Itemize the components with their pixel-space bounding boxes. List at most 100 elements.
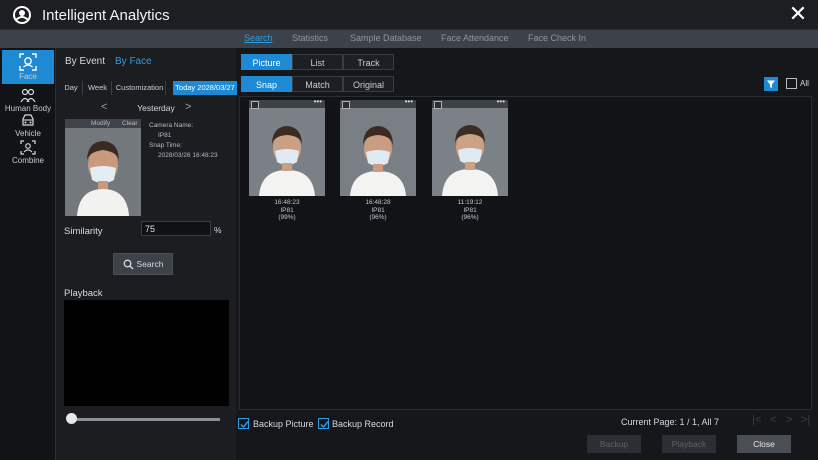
select-all-label: All <box>800 79 809 88</box>
result-score: (96%) <box>461 214 479 221</box>
playback-video[interactable] <box>64 300 229 406</box>
playback-slider-handle[interactable] <box>66 413 77 424</box>
tab-face-attendance[interactable]: Face Attendance <box>441 33 509 43</box>
result-camera: IP81 <box>463 206 477 214</box>
next-day-arrow-icon[interactable]: > <box>185 101 191 113</box>
tab-sample-database[interactable]: Sample Database <box>350 33 422 43</box>
backup-picture-option[interactable]: Backup Picture <box>238 418 318 430</box>
face-toolbar: Modify Clear <box>65 119 141 128</box>
vehicle-icon <box>22 114 34 126</box>
result-checkbox[interactable] <box>342 101 350 109</box>
similarity-unit: % <box>214 225 222 235</box>
human-body-icon <box>20 88 36 103</box>
more-options-icon[interactable]: ••• <box>405 97 413 106</box>
playback-slider-track[interactable] <box>68 418 220 421</box>
snap-time-label: Snap Time: <box>149 142 182 149</box>
close-icon[interactable]: ✕ <box>788 3 808 25</box>
tab-by-event[interactable]: By Event <box>65 56 105 67</box>
modify-button[interactable]: Modify <box>91 120 110 127</box>
camera-name-label: Camera Name: <box>149 122 194 129</box>
camera-name: IP81 <box>158 132 172 139</box>
view-track-button[interactable]: Track <box>343 54 394 70</box>
clear-button[interactable]: Clear <box>122 120 138 127</box>
filter-icon <box>767 80 775 88</box>
face-photo <box>65 119 141 216</box>
sidebar: Face Human Body Vehicle Combine <box>0 48 56 460</box>
query-face-image: Modify Clear <box>65 119 141 216</box>
result-time: 16:48:23 <box>274 199 300 206</box>
sub-original-button[interactable]: Original <box>343 76 394 92</box>
sub-match-button[interactable]: Match <box>292 76 343 92</box>
checkmark-icon <box>240 421 249 429</box>
playback-button[interactable]: Playback <box>662 435 716 453</box>
result-thumbnail[interactable] <box>432 108 508 196</box>
range-day-button[interactable]: Day <box>60 81 83 95</box>
backup-picture-label: Backup Picture <box>253 419 314 429</box>
face-photo <box>340 108 416 196</box>
combine-icon <box>20 140 36 155</box>
last-page-icon[interactable]: >| <box>801 414 810 426</box>
search-icon <box>123 259 134 270</box>
playback-label: Playback <box>64 288 103 299</box>
result-checkbox[interactable] <box>434 101 442 109</box>
range-customization-button[interactable]: Customization <box>114 81 166 95</box>
more-options-icon[interactable]: ••• <box>497 97 505 106</box>
search-button-label: Search <box>136 259 164 269</box>
day-label: Yesterday <box>137 103 175 113</box>
range-week-button[interactable]: Week <box>84 81 112 95</box>
select-all-checkbox[interactable] <box>786 78 797 89</box>
snap-time: 2028/03/26 16:48:23 <box>158 152 218 159</box>
tab-face-check-in[interactable]: Face Check In <box>528 33 586 43</box>
result-info: 11:19:12 IP81 (96%) <box>432 199 508 222</box>
backup-picture-checkbox[interactable] <box>238 418 249 429</box>
filter-button[interactable] <box>764 77 778 91</box>
result-time: 11:19:12 <box>457 199 483 206</box>
backup-record-option[interactable]: Backup Record <box>318 418 398 430</box>
page-info: Current Page: 1 / 1, All 7 <box>621 417 720 427</box>
prev-page-icon[interactable]: < <box>770 414 776 426</box>
more-options-icon[interactable]: ••• <box>314 97 322 106</box>
top-nav: Search Statistics Sample Database Face A… <box>0 30 818 48</box>
day-navigator: < Yesterday > <box>96 101 216 114</box>
first-page-icon[interactable]: |< <box>752 414 761 426</box>
result-score: (99%) <box>278 214 296 221</box>
result-thumbnail[interactable] <box>340 108 416 196</box>
sidebar-item-face[interactable]: Face <box>2 50 54 84</box>
card-toolbar: ••• <box>340 97 416 109</box>
view-list-button[interactable]: List <box>292 54 343 70</box>
result-info: 16:48:23 IP81 (99%) <box>249 199 325 222</box>
sub-snap-button[interactable]: Snap <box>241 76 292 92</box>
result-camera: IP81 <box>280 206 294 214</box>
face-scan-icon <box>19 53 37 71</box>
search-panel: By Event By Face Day Week Customization … <box>56 48 237 460</box>
tab-by-face[interactable]: By Face <box>115 56 152 67</box>
search-button[interactable]: Search <box>113 253 173 275</box>
snap-info: Camera Name: IP81 Snap Time: 2028/03/26 … <box>149 121 218 161</box>
face-photo <box>249 108 325 196</box>
result-time: 16:48:28 <box>365 199 391 206</box>
close-button[interactable]: Close <box>737 435 791 453</box>
face-photo <box>432 108 508 196</box>
tab-search[interactable]: Search <box>244 33 273 43</box>
similarity-label: Similarity <box>64 226 103 237</box>
result-checkbox[interactable] <box>251 101 259 109</box>
checkmark-icon <box>320 421 329 429</box>
tab-statistics[interactable]: Statistics <box>292 33 328 43</box>
similarity-input[interactable] <box>141 221 211 236</box>
backup-button[interactable]: Backup <box>587 435 641 453</box>
title-bar: Intelligent Analytics ✕ <box>0 0 818 30</box>
result-camera: IP81 <box>371 206 385 214</box>
result-info: 16:48:28 IP81 (96%) <box>340 199 416 222</box>
range-today-button[interactable]: Today 2028/03/27 <box>173 81 237 95</box>
result-thumbnail[interactable] <box>249 108 325 196</box>
sidebar-item-label: Face <box>19 72 37 81</box>
card-toolbar: ••• <box>249 97 325 109</box>
sidebar-item-combine[interactable]: Combine <box>2 137 54 171</box>
app-logo-icon <box>13 6 31 24</box>
card-toolbar: ••• <box>432 97 508 109</box>
view-picture-button[interactable]: Picture <box>241 54 292 70</box>
result-score: (96%) <box>369 214 387 221</box>
backup-record-checkbox[interactable] <box>318 418 329 429</box>
results-grid: ••• 16:48:23 IP81 (99%) ••• 16:48:28 IP8… <box>239 96 812 410</box>
next-page-icon[interactable]: > <box>786 414 792 426</box>
